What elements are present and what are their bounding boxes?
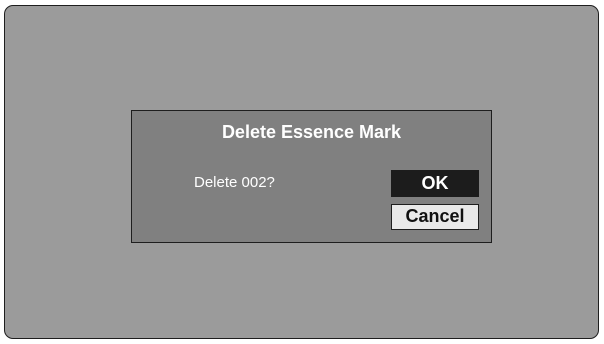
ok-button[interactable]: OK [391, 170, 479, 197]
dialog-message: Delete 002? [194, 174, 275, 191]
monitor-screen: Delete Essence Mark Delete 002? OK Cance… [4, 5, 599, 339]
dialog-title: Delete Essence Mark [221, 122, 402, 142]
cancel-button[interactable]: Cancel [391, 204, 479, 230]
delete-essence-mark-dialog: Delete Essence Mark Delete 002? OK Cance… [131, 110, 492, 243]
